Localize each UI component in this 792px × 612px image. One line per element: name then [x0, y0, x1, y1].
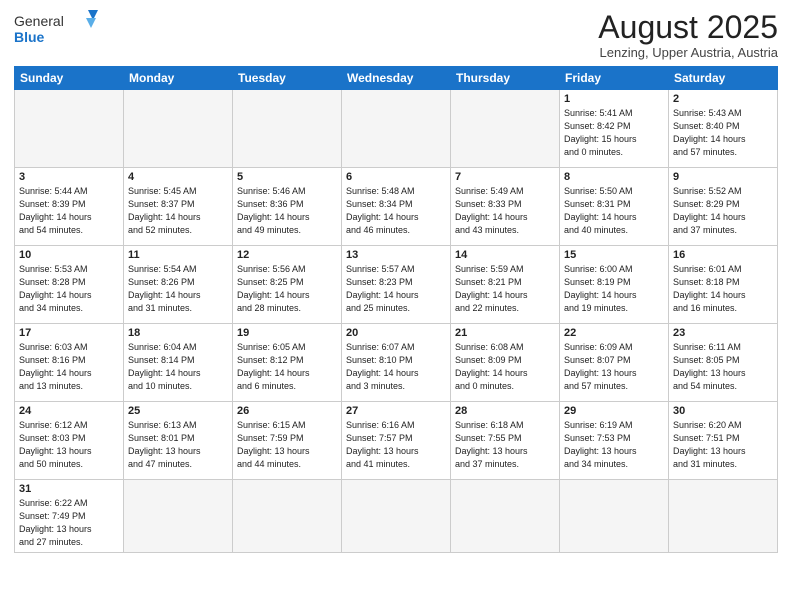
day-27: 27 Sunrise: 6:16 AMSunset: 7:57 PMDaylig… — [342, 402, 451, 480]
logo: General Blue — [14, 10, 104, 46]
empty-cell — [560, 480, 669, 553]
day-24: 24 Sunrise: 6:12 AMSunset: 8:03 PMDaylig… — [15, 402, 124, 480]
empty-cell — [233, 90, 342, 168]
day-2: 2 Sunrise: 5:43 AMSunset: 8:40 PMDayligh… — [669, 90, 778, 168]
day-26: 26 Sunrise: 6:15 AMSunset: 7:59 PMDaylig… — [233, 402, 342, 480]
generalblue-logo-icon: General Blue — [14, 10, 104, 46]
weekday-header-row: Sunday Monday Tuesday Wednesday Thursday… — [15, 67, 778, 90]
month-title: August 2025 — [598, 10, 778, 45]
day-11: 11 Sunrise: 5:54 AMSunset: 8:26 PMDaylig… — [124, 246, 233, 324]
day-4: 4 Sunrise: 5:45 AMSunset: 8:37 PMDayligh… — [124, 168, 233, 246]
day-8: 8 Sunrise: 5:50 AMSunset: 8:31 PMDayligh… — [560, 168, 669, 246]
week-6: 31 Sunrise: 6:22 AMSunset: 7:49 PMDaylig… — [15, 480, 778, 553]
calendar: Sunday Monday Tuesday Wednesday Thursday… — [14, 66, 778, 553]
day-5: 5 Sunrise: 5:46 AMSunset: 8:36 PMDayligh… — [233, 168, 342, 246]
day-16: 16 Sunrise: 6:01 AMSunset: 8:18 PMDaylig… — [669, 246, 778, 324]
header-friday: Friday — [560, 67, 669, 90]
day-3: 3 Sunrise: 5:44 AMSunset: 8:39 PMDayligh… — [15, 168, 124, 246]
day-14: 14 Sunrise: 5:59 AMSunset: 8:21 PMDaylig… — [451, 246, 560, 324]
header-tuesday: Tuesday — [233, 67, 342, 90]
day-23: 23 Sunrise: 6:11 AMSunset: 8:05 PMDaylig… — [669, 324, 778, 402]
header-wednesday: Wednesday — [342, 67, 451, 90]
day-22: 22 Sunrise: 6:09 AMSunset: 8:07 PMDaylig… — [560, 324, 669, 402]
week-3: 10 Sunrise: 5:53 AMSunset: 8:28 PMDaylig… — [15, 246, 778, 324]
empty-cell — [124, 480, 233, 553]
day-18: 18 Sunrise: 6:04 AMSunset: 8:14 PMDaylig… — [124, 324, 233, 402]
day-12: 12 Sunrise: 5:56 AMSunset: 8:25 PMDaylig… — [233, 246, 342, 324]
day-17: 17 Sunrise: 6:03 AMSunset: 8:16 PMDaylig… — [15, 324, 124, 402]
header: General Blue August 2025 Lenzing, Upper … — [14, 10, 778, 60]
empty-cell — [451, 90, 560, 168]
day-1: 1 Sunrise: 5:41 AMSunset: 8:42 PMDayligh… — [560, 90, 669, 168]
week-2: 3 Sunrise: 5:44 AMSunset: 8:39 PMDayligh… — [15, 168, 778, 246]
day-13: 13 Sunrise: 5:57 AMSunset: 8:23 PMDaylig… — [342, 246, 451, 324]
empty-cell — [233, 480, 342, 553]
day-20: 20 Sunrise: 6:07 AMSunset: 8:10 PMDaylig… — [342, 324, 451, 402]
empty-cell — [124, 90, 233, 168]
week-1: 1 Sunrise: 5:41 AMSunset: 8:42 PMDayligh… — [15, 90, 778, 168]
svg-text:General: General — [14, 13, 64, 29]
header-saturday: Saturday — [669, 67, 778, 90]
location: Lenzing, Upper Austria, Austria — [598, 45, 778, 60]
empty-cell — [342, 480, 451, 553]
day-28: 28 Sunrise: 6:18 AMSunset: 7:55 PMDaylig… — [451, 402, 560, 480]
day-2-info: Sunrise: 5:43 AMSunset: 8:40 PMDaylight:… — [673, 107, 773, 159]
title-area: August 2025 Lenzing, Upper Austria, Aust… — [598, 10, 778, 60]
day-10: 10 Sunrise: 5:53 AMSunset: 8:28 PMDaylig… — [15, 246, 124, 324]
empty-cell — [669, 480, 778, 553]
empty-cell — [451, 480, 560, 553]
day-9: 9 Sunrise: 5:52 AMSunset: 8:29 PMDayligh… — [669, 168, 778, 246]
day-6: 6 Sunrise: 5:48 AMSunset: 8:34 PMDayligh… — [342, 168, 451, 246]
week-5: 24 Sunrise: 6:12 AMSunset: 8:03 PMDaylig… — [15, 402, 778, 480]
day-25: 25 Sunrise: 6:13 AMSunset: 8:01 PMDaylig… — [124, 402, 233, 480]
day-29: 29 Sunrise: 6:19 AMSunset: 7:53 PMDaylig… — [560, 402, 669, 480]
day-15: 15 Sunrise: 6:00 AMSunset: 8:19 PMDaylig… — [560, 246, 669, 324]
day-31: 31 Sunrise: 6:22 AMSunset: 7:49 PMDaylig… — [15, 480, 124, 553]
header-thursday: Thursday — [451, 67, 560, 90]
day-30: 30 Sunrise: 6:20 AMSunset: 7:51 PMDaylig… — [669, 402, 778, 480]
day-19: 19 Sunrise: 6:05 AMSunset: 8:12 PMDaylig… — [233, 324, 342, 402]
day-1-info: Sunrise: 5:41 AMSunset: 8:42 PMDaylight:… — [564, 107, 664, 159]
header-monday: Monday — [124, 67, 233, 90]
empty-cell — [342, 90, 451, 168]
day-21: 21 Sunrise: 6:08 AMSunset: 8:09 PMDaylig… — [451, 324, 560, 402]
header-sunday: Sunday — [15, 67, 124, 90]
day-7: 7 Sunrise: 5:49 AMSunset: 8:33 PMDayligh… — [451, 168, 560, 246]
empty-cell — [15, 90, 124, 168]
svg-text:Blue: Blue — [14, 29, 45, 45]
week-4: 17 Sunrise: 6:03 AMSunset: 8:16 PMDaylig… — [15, 324, 778, 402]
